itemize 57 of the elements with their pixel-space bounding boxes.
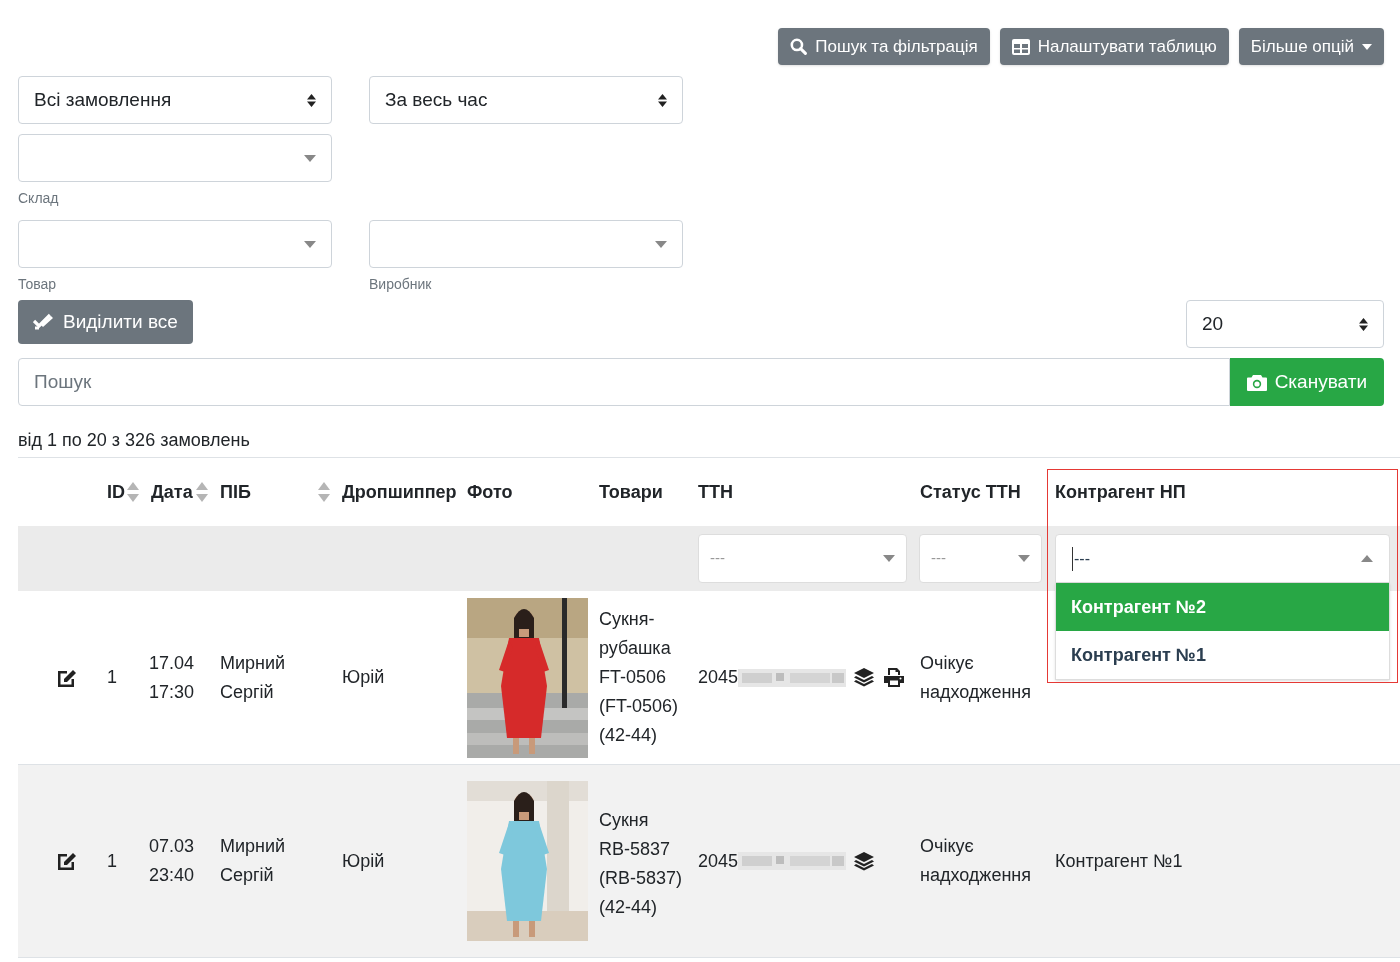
print-icon[interactable]	[884, 668, 905, 687]
table-settings-button[interactable]: Налаштувати таблицю	[999, 28, 1229, 65]
more-options-button[interactable]: Більше опцій	[1238, 28, 1384, 65]
dropshipper-name: Юрій	[342, 666, 385, 689]
column-header: Статус ТТН	[920, 480, 1021, 504]
tracking-status: Очікує надходження	[920, 835, 1033, 887]
sort-arrows-icon	[658, 93, 667, 107]
contractor-select[interactable]: ---	[1055, 534, 1390, 583]
product-name: Сукня RB-5837 (RB-5837) (42-44)	[599, 809, 683, 919]
order-time: 23:40	[149, 864, 196, 887]
contractor-name: Контрагент №1	[1055, 849, 1183, 873]
caret-down-icon	[1018, 555, 1030, 562]
dropdown-option[interactable]: Контрагент №1	[1056, 631, 1389, 679]
tracking-status: Очікує надходження	[920, 651, 1033, 704]
column-header[interactable]: Дата	[151, 478, 193, 506]
column-header: Товари	[599, 480, 663, 504]
layers-icon[interactable]	[854, 851, 875, 871]
filter-select[interactable]: Всі замовлення	[18, 76, 332, 124]
search-filter-button[interactable]: Пошук та фільтрація	[778, 28, 990, 65]
field-label: Виробник	[369, 275, 432, 294]
column-header: Фото	[467, 480, 513, 504]
tracking-number: 2045	[698, 849, 739, 873]
caret-down-icon	[304, 154, 316, 162]
order-date: 07.03	[149, 835, 196, 858]
caret-down-icon	[883, 555, 895, 562]
camera-icon	[1246, 373, 1267, 391]
sort-arrows-icon	[1359, 317, 1368, 331]
caret-up-icon	[1361, 555, 1373, 562]
order-date: 17.04	[149, 651, 196, 675]
page-length-select[interactable]: 20	[1186, 300, 1384, 348]
double-check-icon	[33, 313, 53, 331]
dropshipper-name: Юрій	[342, 849, 385, 873]
select-all-button[interactable]: Виділити все	[18, 300, 193, 344]
column-header: Контрагент НП	[1055, 480, 1186, 504]
column-header: ТТН	[698, 480, 733, 504]
filter-select[interactable]: За весь час	[369, 76, 683, 124]
customer-name: Мирний Сергій	[220, 835, 287, 887]
sort-arrows-icon	[307, 93, 316, 107]
results-summary: від 1 по 20 з 326 замовлень	[18, 430, 250, 450]
field-label: Склад	[18, 189, 59, 208]
layers-icon[interactable]	[854, 668, 875, 687]
product-name: Сукня- рубашка FT-0506 (FT-0506) (42-44)	[599, 608, 679, 747]
order-id: 1	[107, 666, 117, 689]
field-label: Товар	[18, 275, 57, 294]
order-time: 17:30	[149, 680, 196, 704]
customer-name: Мирний Сергій	[220, 651, 287, 704]
column-header[interactable]: ID	[107, 478, 125, 506]
table-icon	[1011, 38, 1030, 55]
caret-down-icon	[655, 240, 667, 248]
search-field[interactable]: Пошук	[18, 358, 1230, 406]
tracking-number: 2045	[698, 666, 739, 689]
column-header[interactable]: ПІБ	[220, 478, 251, 506]
order-id: 1	[107, 849, 117, 873]
column-header: Дропшиппер	[342, 480, 457, 504]
caret-down-icon	[304, 240, 316, 248]
search-icon	[790, 38, 808, 55]
caret-down-icon	[1362, 43, 1372, 50]
